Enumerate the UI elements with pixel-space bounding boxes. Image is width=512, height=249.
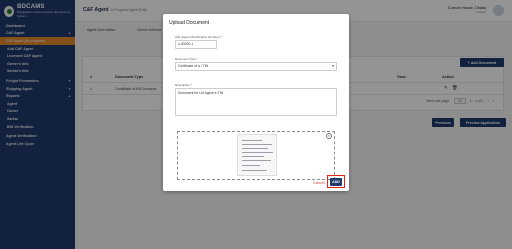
- thumbnail-line: [242, 165, 260, 166]
- thumbnail-line: [242, 156, 264, 157]
- add-button-highlight: ADD: [327, 175, 345, 188]
- ain-input[interactable]: [175, 40, 217, 49]
- remove-file-icon[interactable]: ×: [326, 133, 332, 139]
- cancel-button[interactable]: Cancel: [313, 181, 325, 185]
- document-type-label: Document Type *: [175, 57, 198, 61]
- document-type-field: Document Type * Certificate of a / TIN ▾: [175, 57, 337, 71]
- document-thumbnail: [237, 134, 277, 176]
- description-field: Description * Document for Ltd Agent e-T…: [175, 83, 337, 116]
- add-button[interactable]: ADD: [330, 178, 342, 186]
- upload-document-dialog: Upload Document AIN (Agent Identificatio…: [163, 14, 349, 191]
- thumbnail-line: [242, 170, 267, 171]
- thumbnail-line: [242, 144, 272, 145]
- thumbnail-line: [242, 140, 262, 141]
- dialog-title: Upload Document: [169, 20, 210, 26]
- ain-label: AIN (Agent Identification Number) *: [175, 35, 222, 39]
- document-type-value: Certificate of a / TIN: [178, 64, 209, 69]
- thumbnail-line: [242, 160, 271, 161]
- ain-field: AIN (Agent Identification Number) *: [175, 35, 337, 49]
- chevron-down-icon: ▾: [332, 64, 334, 69]
- thumbnail-line: [242, 148, 268, 149]
- document-type-select[interactable]: Certificate of a / TIN ▾: [175, 62, 337, 71]
- thumbnail-line: [242, 152, 273, 153]
- description-textarea[interactable]: Document for Ltd Agent e-TIN: [175, 88, 337, 116]
- file-dropzone[interactable]: ×: [177, 131, 335, 180]
- description-label: Description *: [175, 83, 193, 87]
